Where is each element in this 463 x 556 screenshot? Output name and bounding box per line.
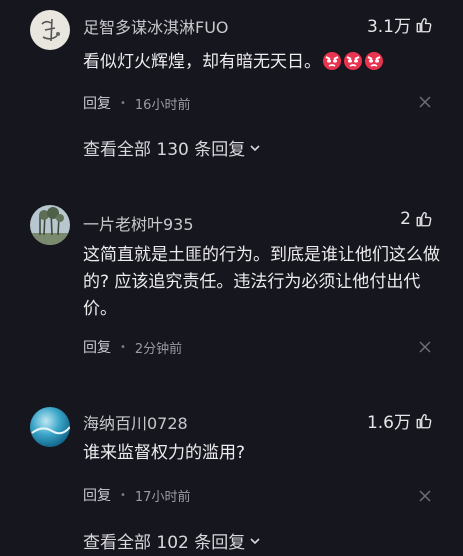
like-button[interactable]: 1.6万 xyxy=(367,408,433,433)
like-button[interactable]: 3.1万 xyxy=(367,12,433,37)
avatar[interactable] xyxy=(30,407,70,447)
thumbs-up-icon xyxy=(416,17,432,32)
like-button[interactable]: 2 xyxy=(400,209,433,229)
comment-text: 这简直就是土匪的行为。到底是谁让他们这么做的? 应该追究责任。违法行为必须让他付… xyxy=(83,245,440,319)
view-all-replies-link[interactable]: 查看全部 130 条回复 xyxy=(83,135,262,160)
reply-button[interactable]: 回复 xyxy=(83,337,111,357)
avatar[interactable] xyxy=(30,205,70,245)
username[interactable]: 一片老树叶935 xyxy=(83,211,194,235)
close-icon[interactable] xyxy=(419,490,431,502)
like-count: 3.1万 xyxy=(366,17,411,37)
like-count: 2 xyxy=(400,209,411,229)
reply-button[interactable]: 回复 xyxy=(83,93,111,113)
username[interactable]: 足智多谋冰淇淋FUO xyxy=(83,14,229,38)
username[interactable]: 海纳百川0728 xyxy=(83,410,188,434)
view-replies-label: 查看全部 102 条回复 xyxy=(83,533,246,553)
reply-button[interactable]: 回复 xyxy=(83,485,111,505)
comment-meta: 回复 • 16小时前 xyxy=(83,93,190,113)
like-count: 1.6万 xyxy=(366,413,411,433)
timestamp: 17小时前 xyxy=(134,489,191,505)
chevron-down-icon xyxy=(250,144,260,151)
view-all-replies-link[interactable]: 查看全部 102 条回复 xyxy=(83,528,262,553)
timestamp: 2分钟前 xyxy=(134,341,183,357)
angry-face-emoji xyxy=(365,52,383,70)
angry-face-emoji xyxy=(323,52,341,70)
comment-meta: 回复 • 2分钟前 xyxy=(83,337,182,357)
comment-text: 看似灯火辉煌，却有暗无天日。 xyxy=(83,49,443,76)
comment-text: 谁来监督权力的滥用? xyxy=(83,443,246,463)
timestamp: 16小时前 xyxy=(134,97,191,113)
angry-face-emoji xyxy=(344,52,362,70)
separator-dot: • xyxy=(120,489,126,501)
avatar[interactable] xyxy=(30,10,70,50)
close-icon[interactable] xyxy=(419,341,431,353)
thumbs-up-icon xyxy=(416,413,432,428)
comment-meta: 回复 • 17小时前 xyxy=(83,485,190,505)
close-icon[interactable] xyxy=(419,96,431,108)
chevron-down-icon xyxy=(250,537,260,544)
thumbs-up-icon xyxy=(416,212,432,227)
separator-dot: • xyxy=(120,341,126,353)
separator-dot: • xyxy=(120,97,126,109)
view-replies-label: 查看全部 130 条回复 xyxy=(83,140,246,160)
